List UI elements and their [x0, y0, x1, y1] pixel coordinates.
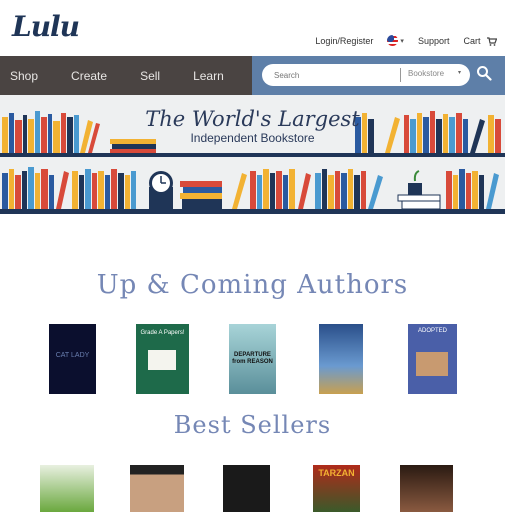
bestseller-book-4[interactable]: TARZAN [313, 465, 360, 512]
support-link[interactable]: Support [418, 36, 450, 46]
bestseller-book-1[interactable] [40, 465, 94, 512]
book-cover-art [148, 350, 176, 370]
author-book-2[interactable]: Grade A Papers! [136, 324, 189, 394]
book-title: ADOPTED [417, 328, 447, 334]
author-book-3[interactable]: DEPARTURE from REASON [229, 324, 276, 394]
book-title: CAT LADY [55, 352, 90, 359]
search-icon[interactable] [476, 65, 492, 81]
us-flag-icon [387, 35, 399, 47]
book-title: Grade A Papers! [140, 330, 185, 336]
search-divider [400, 68, 401, 82]
author-book-4[interactable] [319, 324, 363, 394]
logo-text: Lulu [12, 10, 80, 43]
banner-subtitle: Independent Bookstore [190, 131, 315, 145]
nav-shop[interactable]: Shop [10, 69, 38, 83]
nav-sell[interactable]: Sell [140, 69, 160, 83]
main-nav: Shop Create Sell Learn Bookstore ▾ [0, 56, 505, 95]
lulu-logo[interactable]: Lulu [12, 4, 80, 50]
cart-link[interactable]: Cart [463, 36, 497, 46]
author-book-5[interactable]: ADOPTED [408, 324, 457, 394]
utility-nav: Login/Register ▾ Support Cart [301, 35, 497, 47]
search-bar: Bookstore ▾ [252, 56, 505, 95]
bestseller-book-3[interactable] [223, 465, 270, 512]
nav-items: Shop Create Sell Learn [0, 56, 247, 95]
site-header: Lulu Login/Register ▾ Support Cart [0, 0, 505, 56]
bestseller-book-5[interactable] [400, 465, 453, 512]
book-title: DEPARTURE from REASON [232, 352, 273, 365]
nav-learn[interactable]: Learn [193, 69, 224, 83]
bestseller-book-2[interactable] [130, 465, 184, 512]
bookstore-banner[interactable]: The World's Largest Independent Bookstor… [0, 95, 505, 214]
cart-icon [487, 37, 497, 46]
search-scope-select[interactable]: Bookstore [408, 69, 444, 78]
book-title: TARZAN [318, 468, 355, 478]
search-input[interactable] [274, 67, 386, 83]
chevron-down-icon: ▾ [458, 70, 462, 76]
nav-create[interactable]: Create [71, 69, 107, 83]
cart-label: Cart [463, 35, 481, 46]
authors-section-title: Up & Coming Authors [96, 270, 409, 300]
book-cover-photo [416, 352, 448, 376]
locale-selector[interactable]: ▾ [387, 35, 404, 47]
login-register-link[interactable]: Login/Register [315, 36, 373, 46]
locale-caret: ▾ [400, 38, 404, 45]
banner-title: The World's Largest [145, 107, 360, 131]
bestsellers-section-title: Best Sellers [173, 411, 332, 439]
author-book-1[interactable]: CAT LADY [49, 324, 96, 394]
search-box: Bookstore ▾ [262, 64, 470, 86]
